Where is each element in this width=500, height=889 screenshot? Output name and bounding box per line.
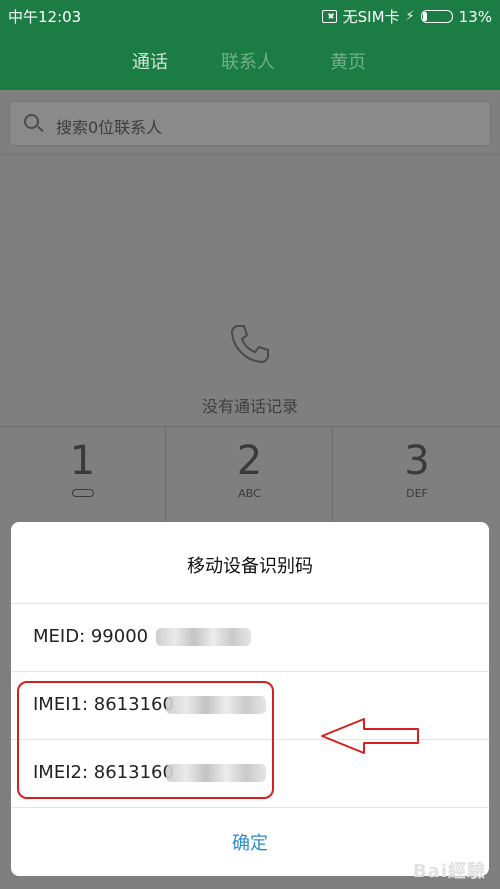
key-number: 3 xyxy=(404,438,430,484)
app-header: 通话 联系人 黄页 xyxy=(0,30,500,90)
key-letters: DEF xyxy=(406,487,428,500)
key-1[interactable]: 1 xyxy=(0,427,166,527)
confirm-button[interactable]: 确定 xyxy=(11,829,489,855)
charging-icon: ⚡ xyxy=(405,9,415,24)
imei-highlight-box xyxy=(17,681,274,799)
phone-icon xyxy=(230,325,269,364)
divider xyxy=(0,154,500,155)
search-icon xyxy=(24,114,39,129)
sim-status-text: 无SIM卡 xyxy=(342,8,400,26)
tab-contacts[interactable]: 联系人 xyxy=(221,48,275,74)
left-arrow-icon xyxy=(321,718,419,754)
key-number: 1 xyxy=(69,438,96,484)
tab-yellow-pages[interactable]: 黄页 xyxy=(330,48,366,74)
key-2[interactable]: 2 ABC xyxy=(167,427,333,527)
voicemail-icon xyxy=(71,489,94,497)
redacted-blur xyxy=(156,628,251,646)
search-placeholder: 搜索0位联系人 xyxy=(56,118,163,137)
tab-calls[interactable]: 通话 xyxy=(132,48,168,74)
status-bar: 中午12:03 无SIM卡 ⚡ 13% xyxy=(0,0,500,30)
meid-value: MEID: 99000 xyxy=(33,626,149,647)
baidu-watermark: Bai經驗 xyxy=(412,861,486,882)
status-time: 中午12:03 xyxy=(8,8,82,26)
dialog-title: 移动设备识别码 xyxy=(187,556,313,577)
empty-state-text: 没有通话记录 xyxy=(201,397,298,416)
search-input[interactable]: 搜索0位联系人 xyxy=(9,101,491,146)
status-right-group: 无SIM卡 ⚡ 13% xyxy=(321,6,492,27)
meid-row: MEID: 99000 xyxy=(11,603,489,671)
key-number: 2 xyxy=(236,438,263,484)
key-3[interactable]: 3 DEF xyxy=(334,427,500,527)
no-sim-icon xyxy=(321,10,337,23)
key-letters: ABC xyxy=(238,487,261,500)
battery-percent: 13% xyxy=(458,7,492,26)
battery-fill xyxy=(422,12,427,21)
battery-icon xyxy=(420,10,453,23)
